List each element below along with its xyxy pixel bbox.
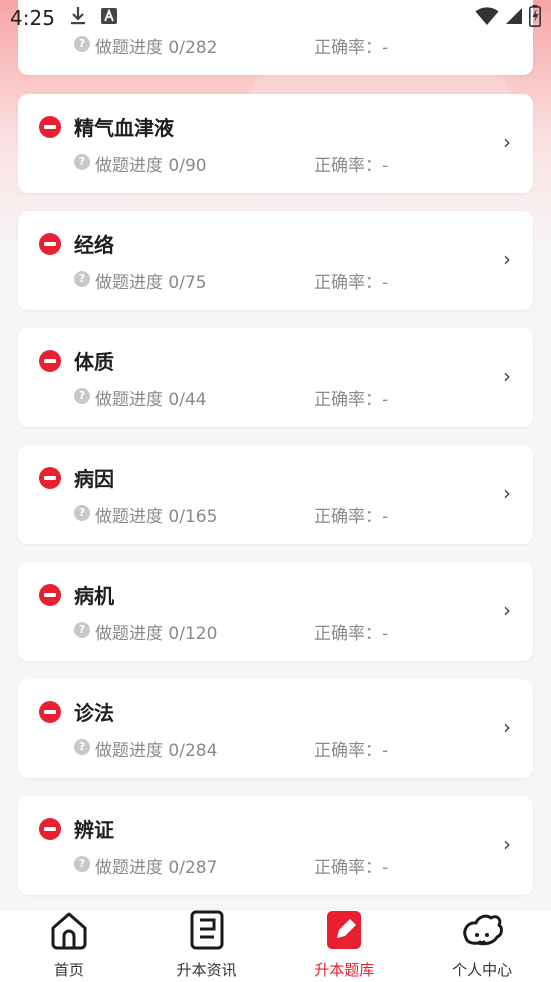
tab-profile[interactable]: 个人中心 <box>413 910 551 982</box>
progress-text: 做题进度 0/75 <box>95 273 207 293</box>
progress-text: 做题进度 0/284 <box>95 741 218 761</box>
chevron-right-icon: › <box>503 130 511 154</box>
question-icon: ? <box>74 622 90 638</box>
progress-text: 做题进度 0/120 <box>95 624 218 644</box>
chapter-title: 精气血津液 <box>74 116 174 140</box>
list-item[interactable]: 辨证 ? 做题进度 0/287 正确率：- › <box>18 796 533 895</box>
list-item[interactable]: 经络 ? 做题进度 0/75 正确率：- › <box>18 211 533 310</box>
accuracy-text: 正确率：- <box>314 38 389 58</box>
tab-label: 升本题库 <box>314 961 375 979</box>
question-icon: ? <box>74 388 90 404</box>
tab-home[interactable]: 首页 <box>0 910 138 982</box>
list-item[interactable]: 病机 ? 做题进度 0/120 正确率：- › <box>18 562 533 661</box>
chevron-right-icon: › <box>503 598 511 622</box>
accuracy-text: 正确率：- <box>314 624 389 644</box>
chapter-title: 病机 <box>74 584 114 608</box>
minus-circle-icon[interactable] <box>39 116 61 138</box>
question-icon: ? <box>74 856 90 872</box>
progress-text: 做题进度 0/287 <box>95 858 218 878</box>
chevron-right-icon: › <box>503 247 511 271</box>
news-icon <box>185 908 229 952</box>
minus-circle-icon[interactable] <box>39 584 61 606</box>
question-icon: ? <box>74 154 90 170</box>
minus-circle-icon[interactable] <box>39 350 61 372</box>
chapter-title: 诊法 <box>74 701 114 725</box>
chevron-right-icon: › <box>503 715 511 739</box>
chevron-right-icon: › <box>503 481 511 505</box>
progress-text: 做题进度 0/165 <box>95 507 218 527</box>
wifi-icon <box>475 6 499 30</box>
tab-label: 个人中心 <box>452 961 513 979</box>
list-item[interactable]: 体质 ? 做题进度 0/44 正确率：- › <box>18 328 533 427</box>
accuracy-text: 正确率：- <box>314 858 389 878</box>
progress-text: 做题进度 0/90 <box>95 156 207 176</box>
chevron-right-icon: › <box>503 832 511 856</box>
accuracy-text: 正确率：- <box>314 507 389 527</box>
minus-circle-icon[interactable] <box>39 701 61 723</box>
question-bank-icon <box>322 908 366 952</box>
list-item[interactable]: 病因 ? 做题进度 0/165 正确率：- › <box>18 445 533 544</box>
download-icon <box>69 6 87 30</box>
chapter-title: 病因 <box>74 467 114 491</box>
profile-icon <box>460 908 504 952</box>
status-bar: 4:25 <box>0 0 551 36</box>
minus-circle-icon[interactable] <box>39 233 61 255</box>
accuracy-text: 正确率：- <box>314 741 389 761</box>
tab-label: 升本资讯 <box>176 961 237 979</box>
battery-icon <box>529 5 541 31</box>
bottom-tab-bar: 首页 升本资讯 升本题库 个人中心 <box>0 909 551 982</box>
accuracy-text: 正确率：- <box>314 390 389 410</box>
question-icon: ? <box>74 739 90 755</box>
list-item[interactable]: 精气血津液 ? 做题进度 0/90 正确率：- › <box>18 94 533 193</box>
tab-label: 首页 <box>53 961 84 979</box>
chapter-title: 辨证 <box>74 818 114 842</box>
chevron-right-icon: › <box>503 364 511 388</box>
accuracy-text: 正确率：- <box>314 156 389 176</box>
signal-icon <box>505 7 523 29</box>
question-icon: ? <box>74 505 90 521</box>
tab-news[interactable]: 升本资讯 <box>138 910 276 982</box>
accuracy-text: 正确率：- <box>314 273 389 293</box>
progress-text: 做题进度 0/282 <box>95 38 218 58</box>
chapter-title: 体质 <box>74 350 114 374</box>
minus-circle-icon[interactable] <box>39 467 61 489</box>
chapter-title: 经络 <box>74 233 114 257</box>
question-icon: ? <box>74 271 90 287</box>
minus-circle-icon[interactable] <box>39 818 61 840</box>
list-item[interactable]: 诊法 ? 做题进度 0/284 正确率：- › <box>18 679 533 778</box>
tab-question-bank[interactable]: 升本题库 <box>276 910 414 982</box>
question-icon: ? <box>74 36 90 52</box>
status-time: 4:25 <box>10 6 55 30</box>
font-app-icon <box>100 8 117 28</box>
home-icon <box>47 908 91 952</box>
progress-text: 做题进度 0/44 <box>95 390 207 410</box>
